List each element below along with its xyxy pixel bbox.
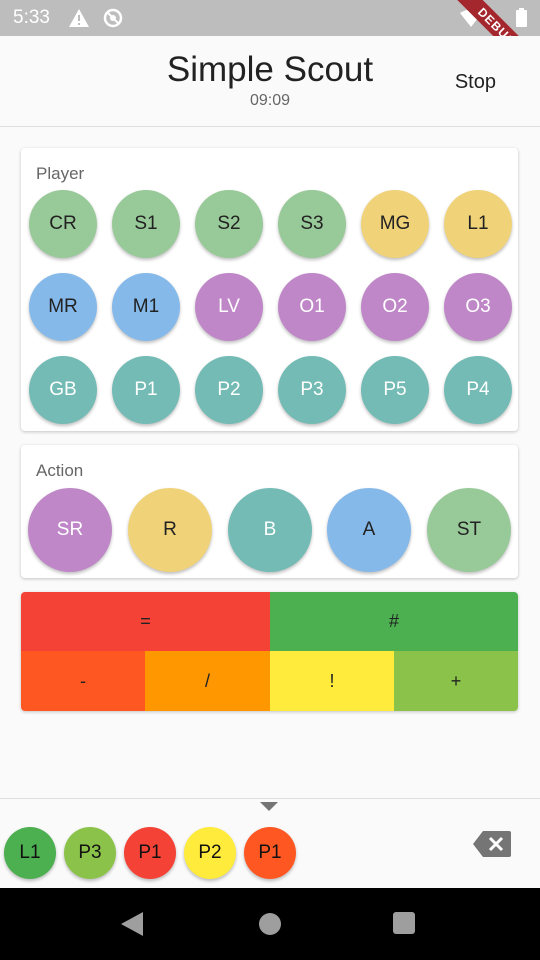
- expand-arrow-icon[interactable]: [260, 802, 278, 811]
- player-button-mr[interactable]: MR: [29, 273, 97, 341]
- home-icon[interactable]: [259, 913, 281, 935]
- player-button-gb[interactable]: GB: [29, 356, 97, 424]
- rating-exclaim-button[interactable]: !: [270, 651, 394, 711]
- action-button-sr[interactable]: SR: [28, 488, 112, 572]
- history-chip[interactable]: P2: [184, 827, 236, 879]
- player-button-p4[interactable]: P4: [444, 356, 512, 424]
- rating-slash-button[interactable]: /: [145, 651, 270, 711]
- player-card-label: Player: [36, 164, 85, 183]
- history-chip[interactable]: P3: [64, 827, 116, 879]
- player-button-cr[interactable]: CR: [29, 190, 97, 258]
- player-button-o2[interactable]: O2: [361, 273, 429, 341]
- warning-icon: [69, 9, 89, 27]
- action-card: Action SR R B A ST: [21, 445, 518, 578]
- history-chip[interactable]: P1: [124, 827, 176, 879]
- action-button-r[interactable]: R: [128, 488, 212, 572]
- backspace-icon[interactable]: [473, 831, 511, 857]
- rating-equal-button[interactable]: =: [21, 592, 270, 651]
- player-button-s1[interactable]: S1: [112, 190, 180, 258]
- app-bar: Simple Scout 09:09 Stop: [0, 36, 540, 127]
- action-button-st[interactable]: ST: [427, 488, 511, 572]
- player-button-s2[interactable]: S2: [195, 190, 263, 258]
- player-card: Player CR S1 S2 S3 MG L1 MR M1 LV O1 O2 O3 GB P1 P2 P3 P…: [21, 148, 518, 431]
- player-button-o1[interactable]: O1: [278, 273, 346, 341]
- rating-minus-button[interactable]: -: [21, 651, 145, 711]
- timer-text: 09:09: [249, 92, 291, 109]
- back-icon[interactable]: [121, 912, 143, 936]
- data-saver-icon: [103, 8, 123, 28]
- player-button-m1[interactable]: M1: [112, 273, 180, 341]
- player-button-p5[interactable]: P5: [361, 356, 429, 424]
- history-bar: L1 P3 P1 P2 P1: [0, 798, 540, 889]
- action-button-a[interactable]: A: [327, 488, 411, 572]
- player-button-p1[interactable]: P1: [112, 356, 180, 424]
- player-button-lv[interactable]: LV: [195, 273, 263, 341]
- battery-icon: [516, 8, 527, 27]
- status-bar: 5:33 DEBUG: [0, 0, 540, 87]
- status-time: 5:33: [13, 7, 50, 28]
- action-button-b[interactable]: B: [228, 488, 312, 572]
- player-button-l1[interactable]: L1: [444, 190, 512, 258]
- stop-button[interactable]: Stop: [455, 71, 496, 94]
- rating-hash-button[interactable]: #: [270, 592, 518, 651]
- rating-plus-button[interactable]: +: [394, 651, 518, 711]
- player-button-o3[interactable]: O3: [444, 273, 512, 341]
- player-button-mg[interactable]: MG: [361, 190, 429, 258]
- action-card-label: Action: [36, 461, 84, 480]
- player-button-s3[interactable]: S3: [278, 190, 346, 258]
- player-button-p2[interactable]: P2: [195, 356, 263, 424]
- player-button-p3[interactable]: P3: [278, 356, 346, 424]
- rating-grid: = # - / ! +: [21, 592, 518, 711]
- history-chip[interactable]: P1: [244, 827, 296, 879]
- history-chip[interactable]: L1: [4, 827, 56, 879]
- recents-icon[interactable]: [393, 912, 415, 934]
